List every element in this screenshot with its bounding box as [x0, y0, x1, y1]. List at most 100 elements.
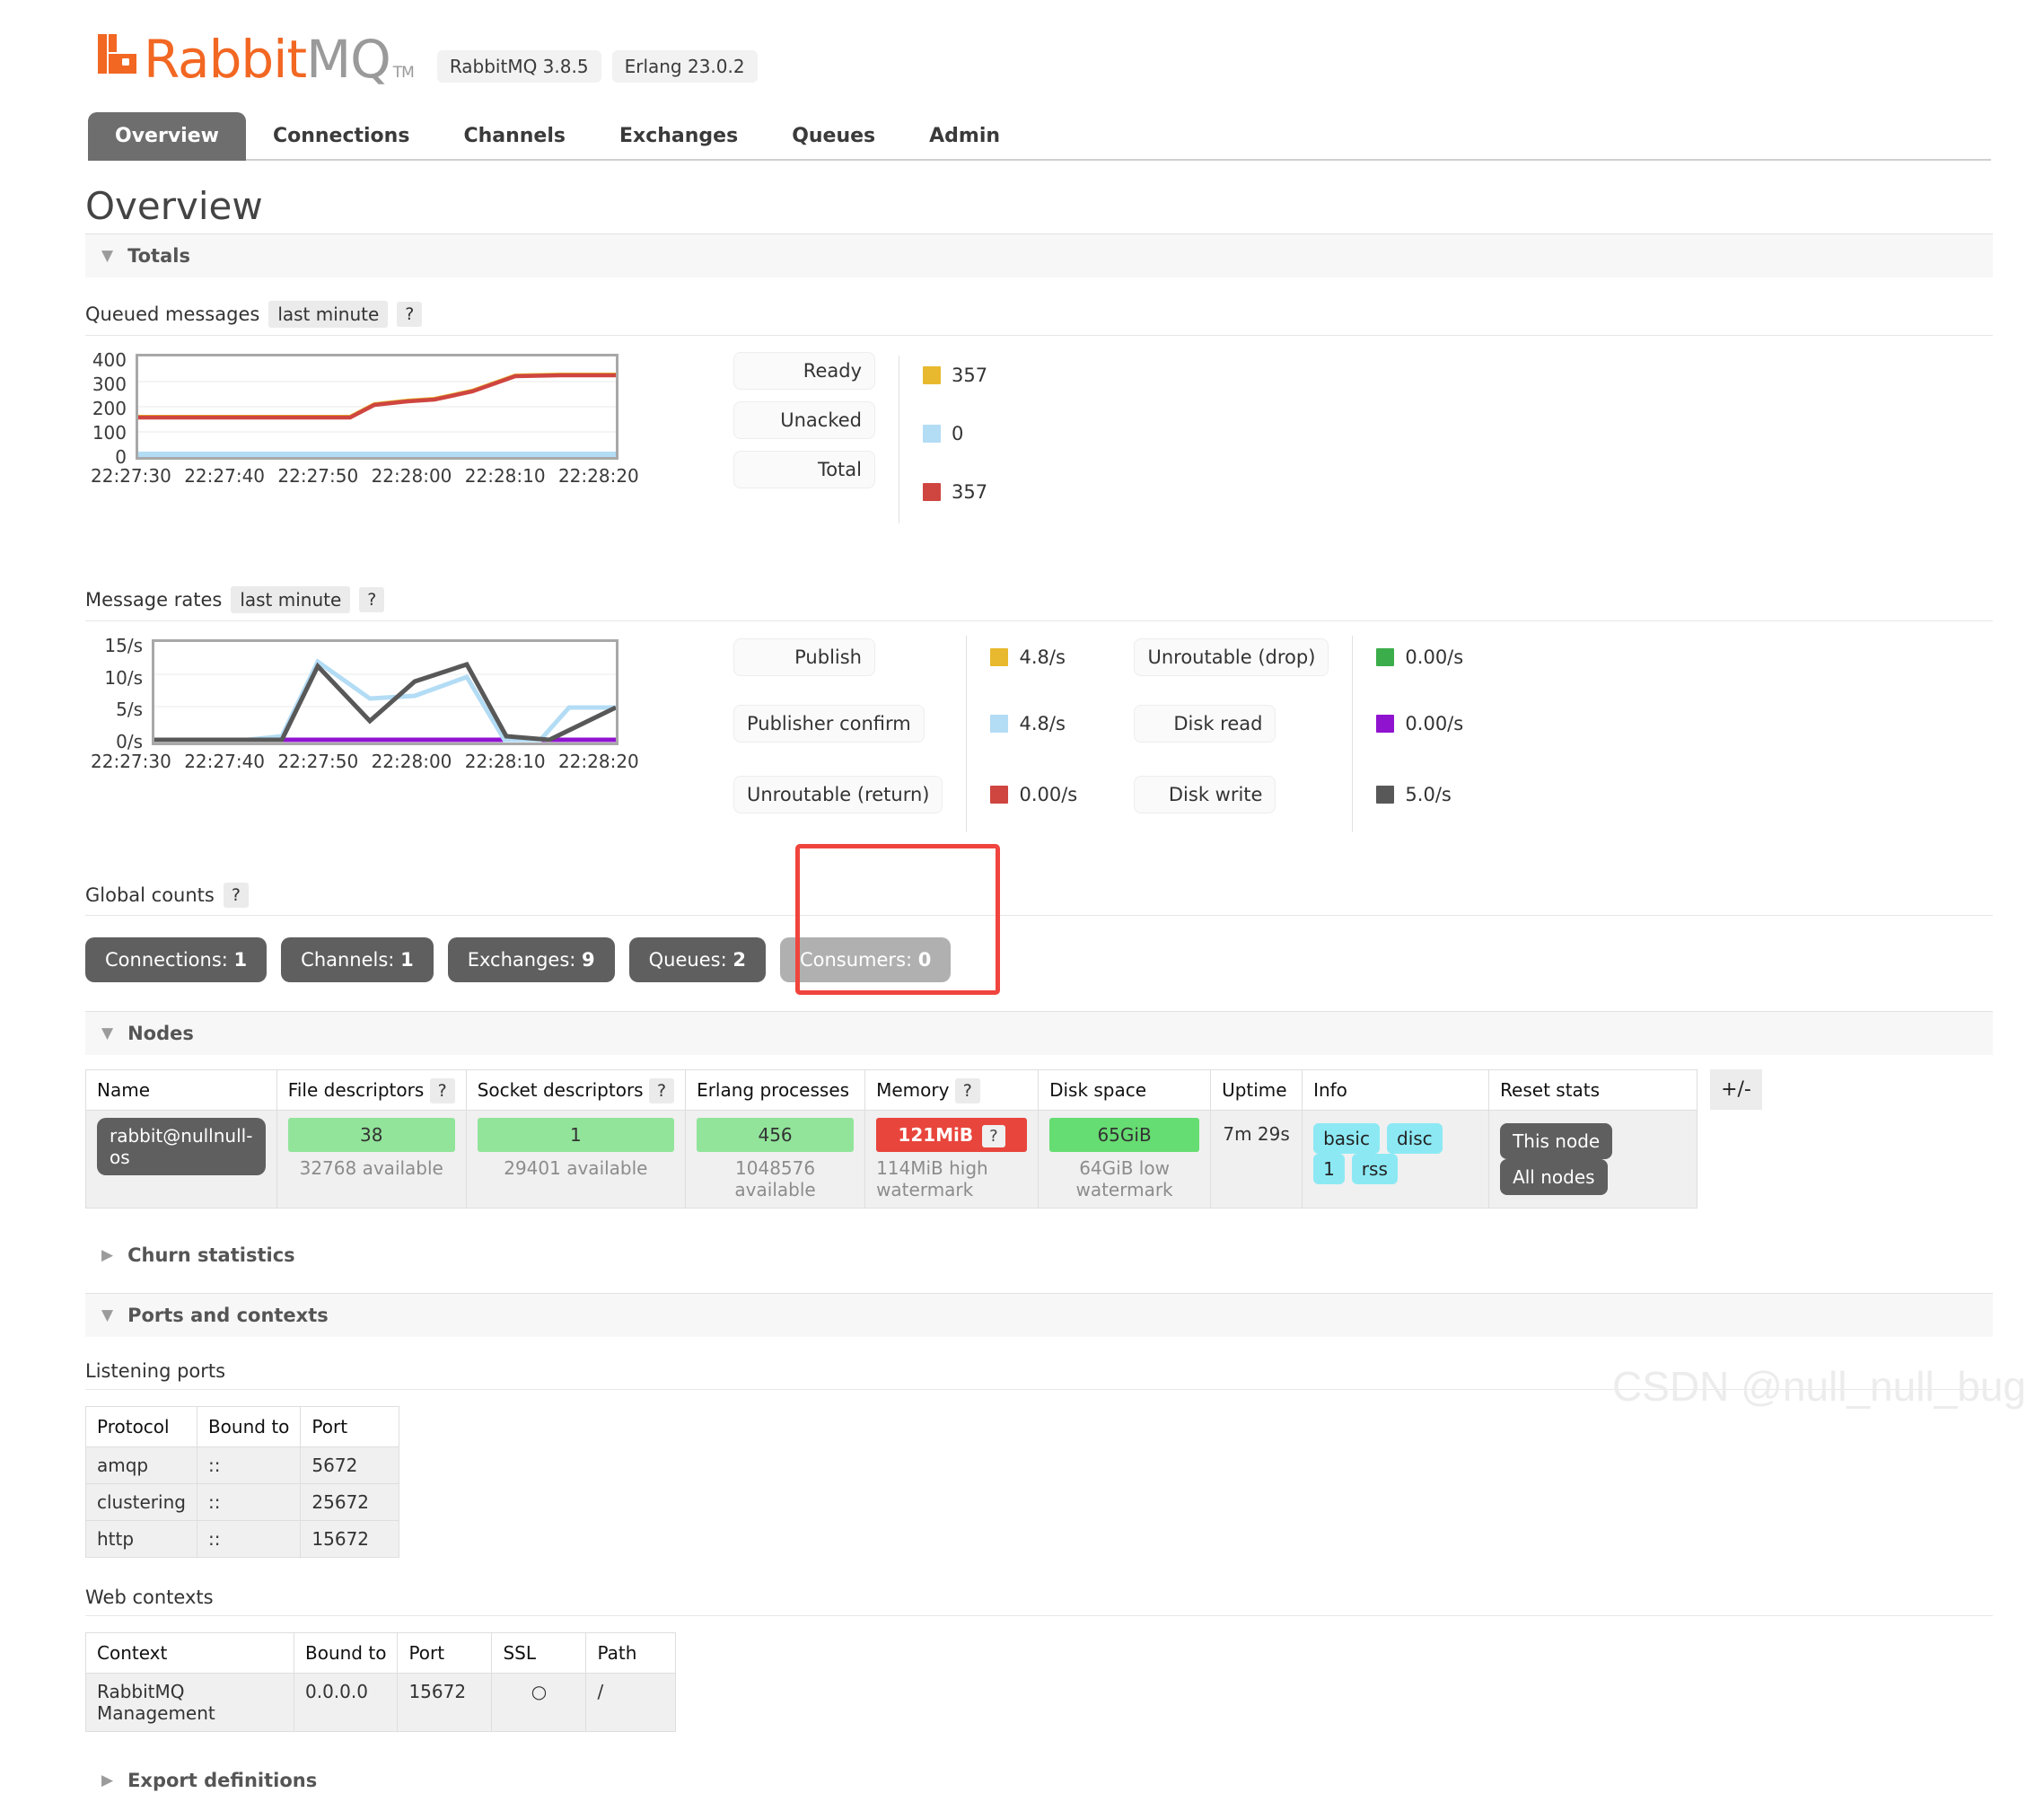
section-label-churn-statistics: Churn statistics	[127, 1244, 295, 1266]
socket-descriptors-sub: 29401 available	[504, 1157, 648, 1179]
node-disk-space-cell: 65GiB 64GiB low watermark	[1038, 1110, 1212, 1209]
port-bound-amqp: ::	[196, 1446, 302, 1484]
port-number-amqp: 5672	[300, 1446, 400, 1484]
rates-help-icon[interactable]: ?	[359, 587, 385, 612]
node-info-cell: basic disc 1 rss	[1302, 1110, 1490, 1209]
rates-chart-plot-area	[152, 639, 618, 745]
legend-label-unroutable-drop: Unroutable (drop)	[1134, 637, 1329, 677]
legend-value-row-publish: 4.8/s	[990, 632, 1125, 682]
legend-swatch-disk-write	[1376, 786, 1395, 804]
nodes-col-uptime[interactable]: Uptime	[1210, 1069, 1303, 1111]
memory-help-icon[interactable]: ?	[954, 1078, 980, 1103]
info-badge-count[interactable]: 1	[1313, 1154, 1345, 1184]
count-button-queues[interactable]: Queues: 2	[628, 937, 766, 982]
queued-xtick-4: 22:28:10	[464, 465, 546, 487]
listening-ports-header-row: Protocol Bound to Port	[85, 1406, 400, 1447]
info-badge-rss[interactable]: rss	[1351, 1154, 1398, 1184]
legend-label-unroutable-return: Unroutable (return)	[733, 775, 943, 814]
nodes-col-disk-space[interactable]: Disk space	[1038, 1069, 1212, 1111]
queued-xtick-0: 22:27:30	[91, 465, 171, 487]
legend-divider-rates-right	[1352, 636, 1354, 832]
toggle-columns-button[interactable]: +/-	[1710, 1069, 1762, 1110]
section-header-nodes[interactable]: ▼ Nodes	[85, 1011, 1993, 1055]
queued-ytick-100: 100	[92, 422, 127, 444]
tab-queues[interactable]: Queues	[765, 112, 902, 161]
rates-period-selector[interactable]: last minute	[231, 586, 351, 613]
nodes-col-socket-descriptors[interactable]: Socket descriptors ?	[465, 1069, 687, 1111]
nodes-col-memory[interactable]: Memory ?	[864, 1069, 1040, 1111]
nodes-col-erlang-processes[interactable]: Erlang processes	[685, 1069, 866, 1111]
legend-label-publisher-confirm: Publisher confirm	[733, 704, 925, 743]
nodes-col-name[interactable]: Name	[85, 1069, 277, 1111]
ctx-context-value: RabbitMQ Management	[85, 1673, 294, 1732]
ctx-col-bound-to: Bound to	[293, 1632, 399, 1674]
global-counts-label: Global counts	[85, 884, 215, 906]
rates-xtick-1: 22:27:40	[184, 751, 266, 772]
legend-divider-rates-left	[966, 636, 968, 832]
rates-chart-x-axis: 22:27:30 22:27:40 22:27:50 22:28:00 22:2…	[91, 751, 646, 772]
web-contexts-header-row: Context Bound to Port SSL Path	[85, 1632, 677, 1674]
section-header-export-definitions[interactable]: ▶ Export definitions	[85, 1759, 1993, 1802]
count-button-consumers[interactable]: Consumers: 0	[779, 937, 952, 982]
reset-stats-this-node-button[interactable]: This node	[1500, 1123, 1613, 1159]
info-badge-basic[interactable]: basic	[1313, 1123, 1380, 1154]
count-value-channels: 1	[400, 949, 414, 971]
port-protocol-amqp: amqp	[85, 1446, 197, 1484]
rates-xtick-5: 22:28:20	[557, 751, 639, 772]
legend-swatch-unroutable-return	[990, 786, 1009, 804]
node-name-link[interactable]: rabbit@nullnull-os	[97, 1118, 266, 1175]
ctx-ssl-value: ○	[491, 1673, 587, 1732]
tab-connections[interactable]: Connections	[246, 112, 436, 161]
nodes-table: Name File descriptors ? Socket descripto…	[85, 1069, 1698, 1209]
queued-period-selector[interactable]: last minute	[268, 301, 389, 328]
erlang-version-badge: Erlang 23.0.2	[611, 50, 758, 83]
node-erlang-processes-cell: 456 1048576 available	[685, 1110, 866, 1209]
info-badge-disc[interactable]: disc	[1387, 1123, 1443, 1154]
socket-descriptors-help-icon[interactable]: ?	[648, 1078, 675, 1103]
nodes-col-info[interactable]: Info	[1302, 1069, 1490, 1111]
legend-value-row-unroutable-drop: 0.00/s	[1376, 632, 1511, 682]
legend-value-total: 357	[952, 481, 988, 503]
memory-bar-help-icon[interactable]: ?	[982, 1125, 1005, 1147]
count-button-connections[interactable]: Connections: 1	[85, 937, 268, 982]
global-counts-help-icon[interactable]: ?	[223, 883, 249, 908]
section-header-churn-statistics[interactable]: ▶ Churn statistics	[85, 1234, 1993, 1277]
rates-ytick-10: 10/s	[104, 667, 143, 689]
queued-xtick-3: 22:28:00	[371, 465, 452, 487]
legend-value-ready: 357	[952, 365, 988, 386]
tab-admin[interactable]: Admin	[902, 112, 1027, 161]
count-button-exchanges[interactable]: Exchanges: 9	[447, 937, 615, 982]
section-label-ports-and-contexts: Ports and contexts	[127, 1305, 329, 1326]
rabbitmq-logo[interactable]: RabbitMQ TM	[97, 31, 415, 85]
legend-value-disk-write: 5.0/s	[1405, 784, 1452, 805]
ctx-path-value: /	[585, 1673, 677, 1732]
queued-ytick-300: 300	[92, 374, 127, 395]
ctx-col-context: Context	[85, 1632, 294, 1674]
reset-stats-all-nodes-button[interactable]: All nodes	[1500, 1159, 1608, 1195]
port-number-clustering: 25672	[300, 1483, 400, 1521]
rates-ytick-5: 5/s	[116, 699, 143, 720]
legend-swatch-publish	[990, 648, 1009, 666]
memory-sub: 114MiB high watermark	[876, 1157, 988, 1200]
ctx-port-value: 15672	[397, 1673, 493, 1732]
app-header: RabbitMQ TM RabbitMQ 3.8.5 Erlang 23.0.2	[0, 0, 2044, 85]
count-button-channels[interactable]: Channels: 1	[281, 937, 434, 982]
legend-value-unacked: 0	[952, 423, 964, 444]
file-descriptors-help-icon[interactable]: ?	[429, 1078, 455, 1103]
section-header-ports-and-contexts[interactable]: ▼ Ports and contexts	[85, 1293, 1993, 1337]
legend-value-publisher-confirm: 4.8/s	[1019, 713, 1066, 734]
legend-row-total: Total	[733, 451, 875, 489]
nodes-col-file-descriptors[interactable]: File descriptors ?	[276, 1069, 467, 1111]
rates-xtick-3: 22:28:00	[371, 751, 452, 772]
rates-xtick-2: 22:27:50	[277, 751, 359, 772]
tab-channels[interactable]: Channels	[436, 112, 592, 161]
tab-overview[interactable]: Overview	[88, 112, 246, 161]
legend-value-unroutable-drop: 0.00/s	[1405, 646, 1464, 668]
queued-chart-y-axis: 400 300 200 100 0	[85, 351, 127, 466]
legend-label-disk-read: Disk read	[1134, 704, 1276, 743]
legend-swatch-total	[923, 483, 941, 501]
message-rates-chart: 15/s 10/s 5/s 0/s 22:27:30 22:27:40 22:2…	[85, 637, 642, 772]
section-header-totals[interactable]: ▼ Totals	[85, 233, 1993, 277]
queued-help-icon[interactable]: ?	[397, 302, 423, 327]
tab-exchanges[interactable]: Exchanges	[592, 112, 765, 161]
